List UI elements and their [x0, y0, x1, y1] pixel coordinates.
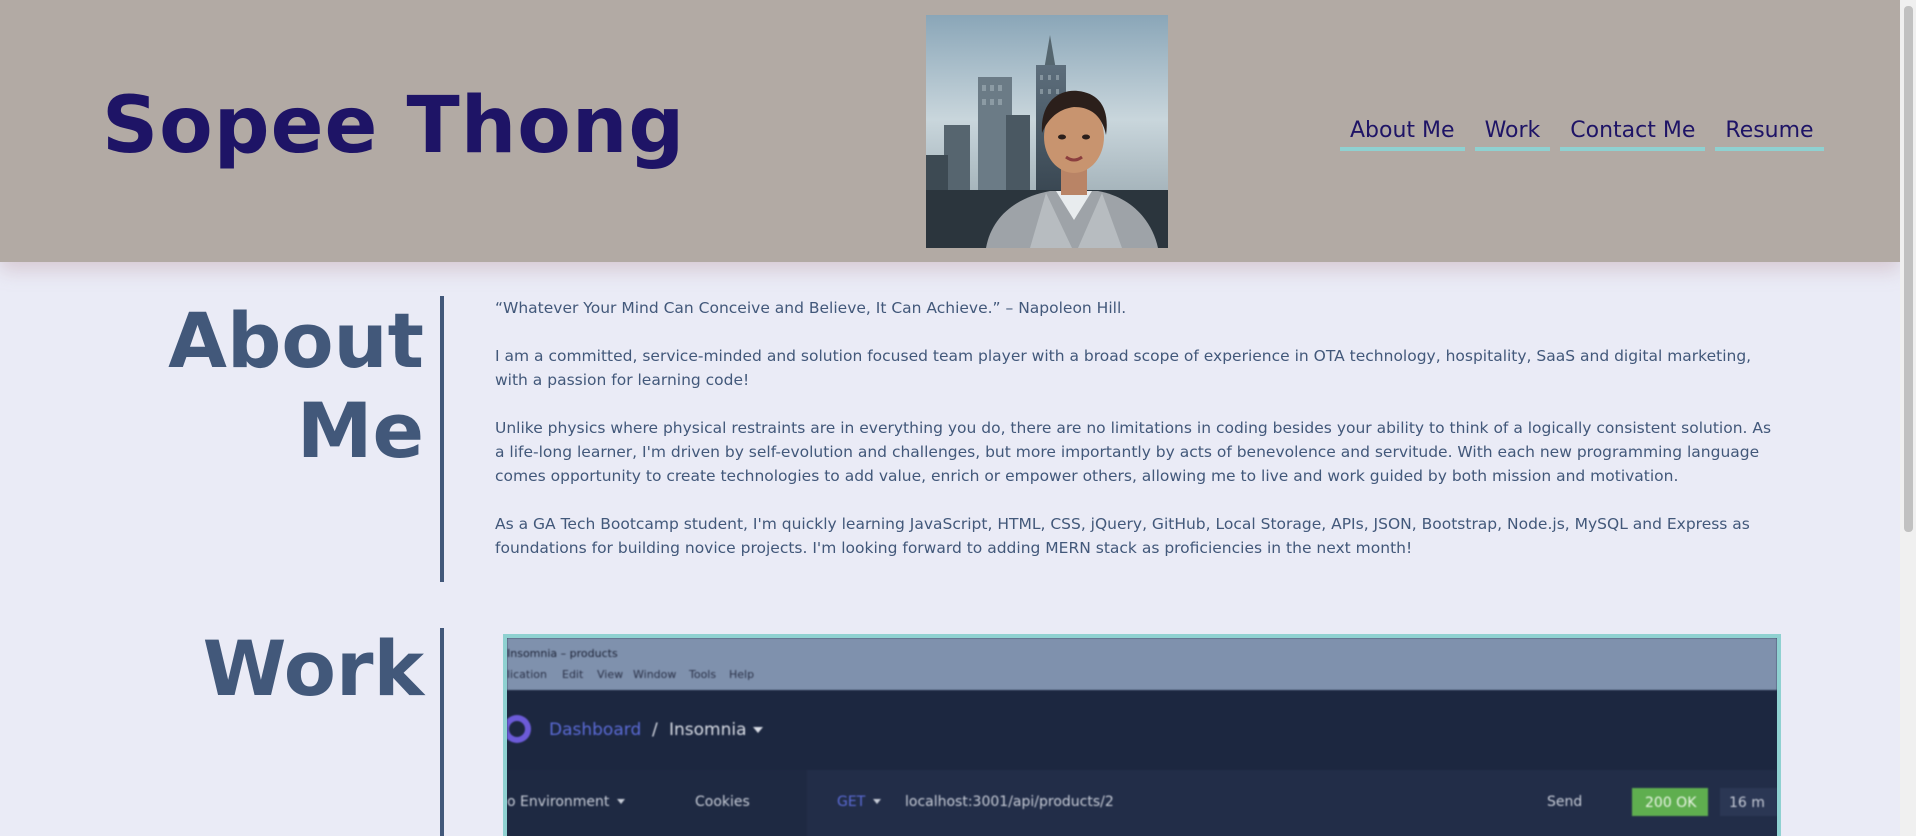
scrollbar-thumb[interactable]	[1904, 6, 1913, 532]
cookies-label: Cookies	[695, 794, 750, 810]
about-divider	[440, 296, 444, 582]
work-heading: Work	[202, 624, 424, 713]
profile-photo-illustration	[926, 15, 1168, 248]
breadcrumb-dashboard: Dashboard	[549, 720, 641, 740]
page: Sopee Thong About Me Work Contact Me Res…	[0, 0, 1900, 836]
site-header: Sopee Thong About Me Work Contact Me Res…	[0, 0, 1900, 262]
about-paragraph: As a GA Tech Bootcamp student, I'm quick…	[495, 515, 1750, 557]
http-method: GET	[837, 794, 866, 810]
send-label: Send	[1547, 794, 1582, 810]
menu-item: Edit	[562, 668, 584, 681]
request-url: localhost:3001/api/products/2	[905, 794, 1114, 810]
insomnia-screenshot: Insomnia – products lication Edit View W…	[507, 638, 1777, 836]
site-title: Sopee Thong	[102, 81, 686, 171]
menu-item: Help	[729, 668, 754, 681]
vertical-scrollbar[interactable]	[1900, 0, 1916, 836]
breadcrumb-insomnia: Insomnia	[669, 720, 747, 740]
menu-item: View	[597, 668, 623, 681]
nav-link-contact-me[interactable]: Contact Me	[1560, 116, 1706, 151]
work-divider	[440, 628, 444, 836]
about-paragraph: I am a committed, service-minded and sol…	[495, 347, 1752, 389]
nav-link-resume[interactable]: Resume	[1715, 116, 1824, 151]
project-screenshot[interactable]: Insomnia – products lication Edit View W…	[503, 634, 1781, 836]
breadcrumb-separator: /	[652, 720, 658, 740]
menu-item: Window	[633, 668, 676, 681]
profile-photo	[926, 15, 1168, 248]
about-paragraph: Unlike physics where physical restraints…	[495, 419, 1772, 485]
app-title-text: Insomnia – products	[507, 647, 618, 660]
about-text: “Whatever Your Mind Can Conceive and Bel…	[495, 296, 1775, 584]
about-quote: “Whatever Your Mind Can Conceive and Bel…	[495, 299, 1127, 317]
menu-item: lication	[507, 668, 547, 681]
main-nav: About Me Work Contact Me Resume	[1340, 116, 1824, 151]
response-time: 16 m	[1729, 795, 1765, 811]
nav-link-work[interactable]: Work	[1474, 116, 1551, 151]
about-heading: About Me	[168, 296, 424, 475]
nav-link-about-me[interactable]: About Me	[1340, 116, 1465, 151]
environment-selector: o Environment	[507, 794, 610, 810]
menu-item: Tools	[688, 668, 716, 681]
status-text: 200 OK	[1645, 795, 1697, 811]
